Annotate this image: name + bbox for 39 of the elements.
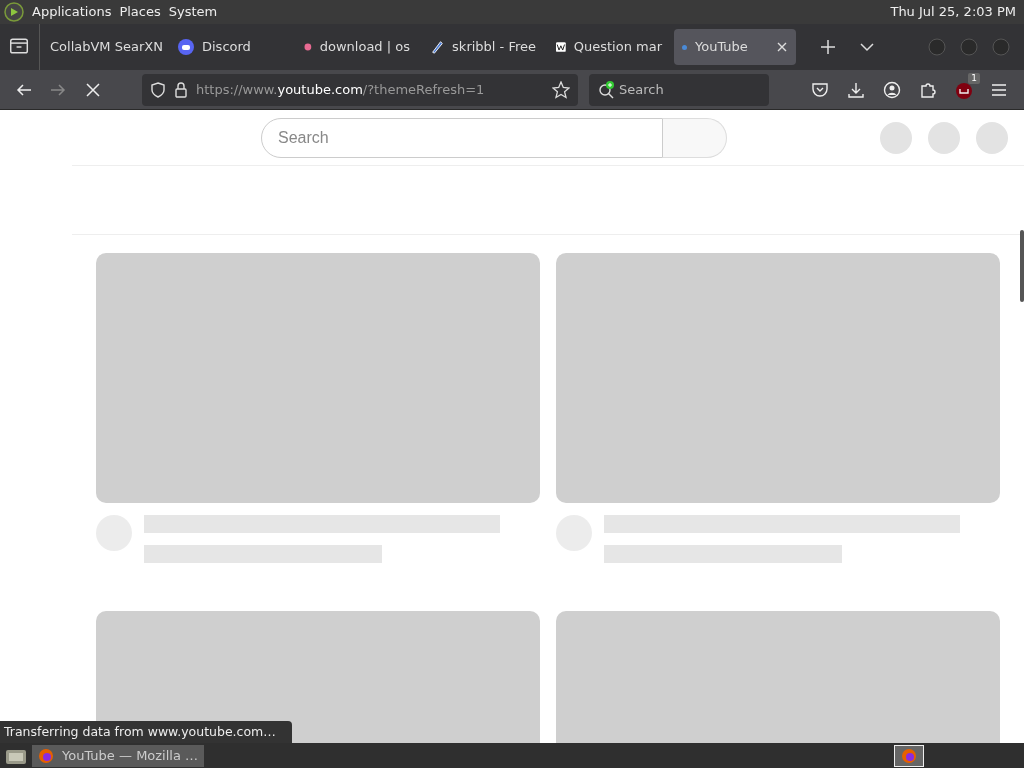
clock: Thu Jul 25, 2:03 PM [890, 3, 1016, 22]
star-icon[interactable] [552, 80, 570, 99]
stop-icon[interactable] [86, 82, 100, 97]
plus-icon[interactable] [820, 39, 836, 55]
browser-tab[interactable]: CollabVM SearXN [44, 29, 166, 65]
placeholder-circle [880, 121, 912, 154]
wiki-icon [556, 39, 566, 55]
back-icon[interactable] [16, 81, 32, 98]
account-icon[interactable] [882, 79, 902, 100]
count-badge: 1 [968, 73, 980, 85]
menu-item[interactable]: System [168, 2, 218, 22]
close-icon[interactable] [776, 41, 788, 53]
taskbar-window[interactable]: YouTube — Mozilla … [32, 744, 205, 767]
chevron-icon[interactable] [860, 42, 874, 52]
menu-item[interactable]: Places [119, 2, 161, 22]
workspace-icon[interactable] [894, 744, 924, 767]
lock-icon [174, 81, 188, 98]
address-bar[interactable]: https://www.youtube.com/?themeRefresh=1 [142, 73, 578, 106]
browser-tab[interactable]: Question mar [548, 29, 670, 65]
search-field[interactable]: Search [261, 117, 663, 158]
menu-item[interactable]: Applications [32, 2, 112, 22]
forward-icon[interactable] [50, 81, 66, 98]
loading-icon [682, 44, 687, 50]
browser-icon [38, 747, 54, 764]
search-field[interactable]: Search [589, 73, 769, 106]
pen-icon [430, 39, 445, 55]
placeholder-circle [976, 121, 1008, 154]
placeholder-circle [928, 121, 960, 154]
browser-tab[interactable]: download | os [296, 29, 418, 65]
scrollbar-thumb[interactable] [1020, 230, 1024, 302]
shield-icon [150, 81, 166, 98]
url-text: https://www.youtube.com/?themeRefresh=1 [196, 80, 486, 99]
browser-tab[interactable]: skribbl - Free [422, 29, 544, 65]
browser-tab[interactable]: Discord [170, 29, 292, 65]
logo-icon[interactable] [4, 2, 24, 22]
chat-icon [178, 39, 194, 55]
status-text: Transferring data from www.youtube.com… [0, 721, 292, 743]
browser-tab[interactable]: YouTube [674, 29, 796, 65]
search-icon [597, 79, 617, 100]
